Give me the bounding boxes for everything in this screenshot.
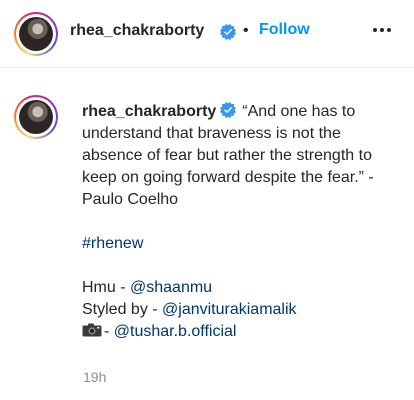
caption-username[interactable]: rhea_chakraborty — [82, 103, 216, 120]
caption-text: rhea_chakraborty “And one has to understa… — [82, 101, 400, 211]
hmu-handle-link[interactable]: @shaanmu — [130, 279, 212, 296]
hmu-label: Hmu - — [82, 279, 130, 296]
verified-badge-icon — [220, 102, 237, 118]
header-username[interactable]: rhea_chakraborty — [70, 22, 204, 40]
styled-label: Styled by - — [82, 301, 163, 318]
profile-photo — [19, 17, 53, 51]
photo-handle-link[interactable]: @tushar.b.official — [114, 323, 237, 340]
credit-hmu: Hmu - @shaanmu — [82, 277, 400, 299]
styled-handle-link[interactable]: @janviturakiamalik — [162, 301, 297, 318]
verified-badge-icon — [220, 24, 236, 40]
post-timestamp[interactable]: 19h — [83, 369, 106, 385]
follow-button[interactable]: Follow — [259, 21, 310, 39]
caption-profile-photo — [19, 100, 53, 134]
hashtag-link[interactable]: #rhenew — [82, 235, 143, 252]
header-avatar[interactable] — [14, 12, 58, 56]
credit-styled: Styled by - @janviturakiamalik — [82, 299, 400, 321]
more-horizontal-icon — [373, 28, 391, 32]
camera-emoji-icon — [82, 323, 102, 337]
post-header: rhea_chakraborty • Follow — [0, 0, 414, 68]
separator-dot: • — [243, 22, 249, 39]
caption-avatar[interactable] — [14, 95, 58, 139]
post-caption: rhea_chakraborty “And one has to understa… — [82, 101, 400, 343]
credit-photo: - @tushar.b.official — [82, 321, 400, 343]
photo-label: - — [104, 323, 114, 340]
more-options-button[interactable] — [370, 18, 394, 42]
